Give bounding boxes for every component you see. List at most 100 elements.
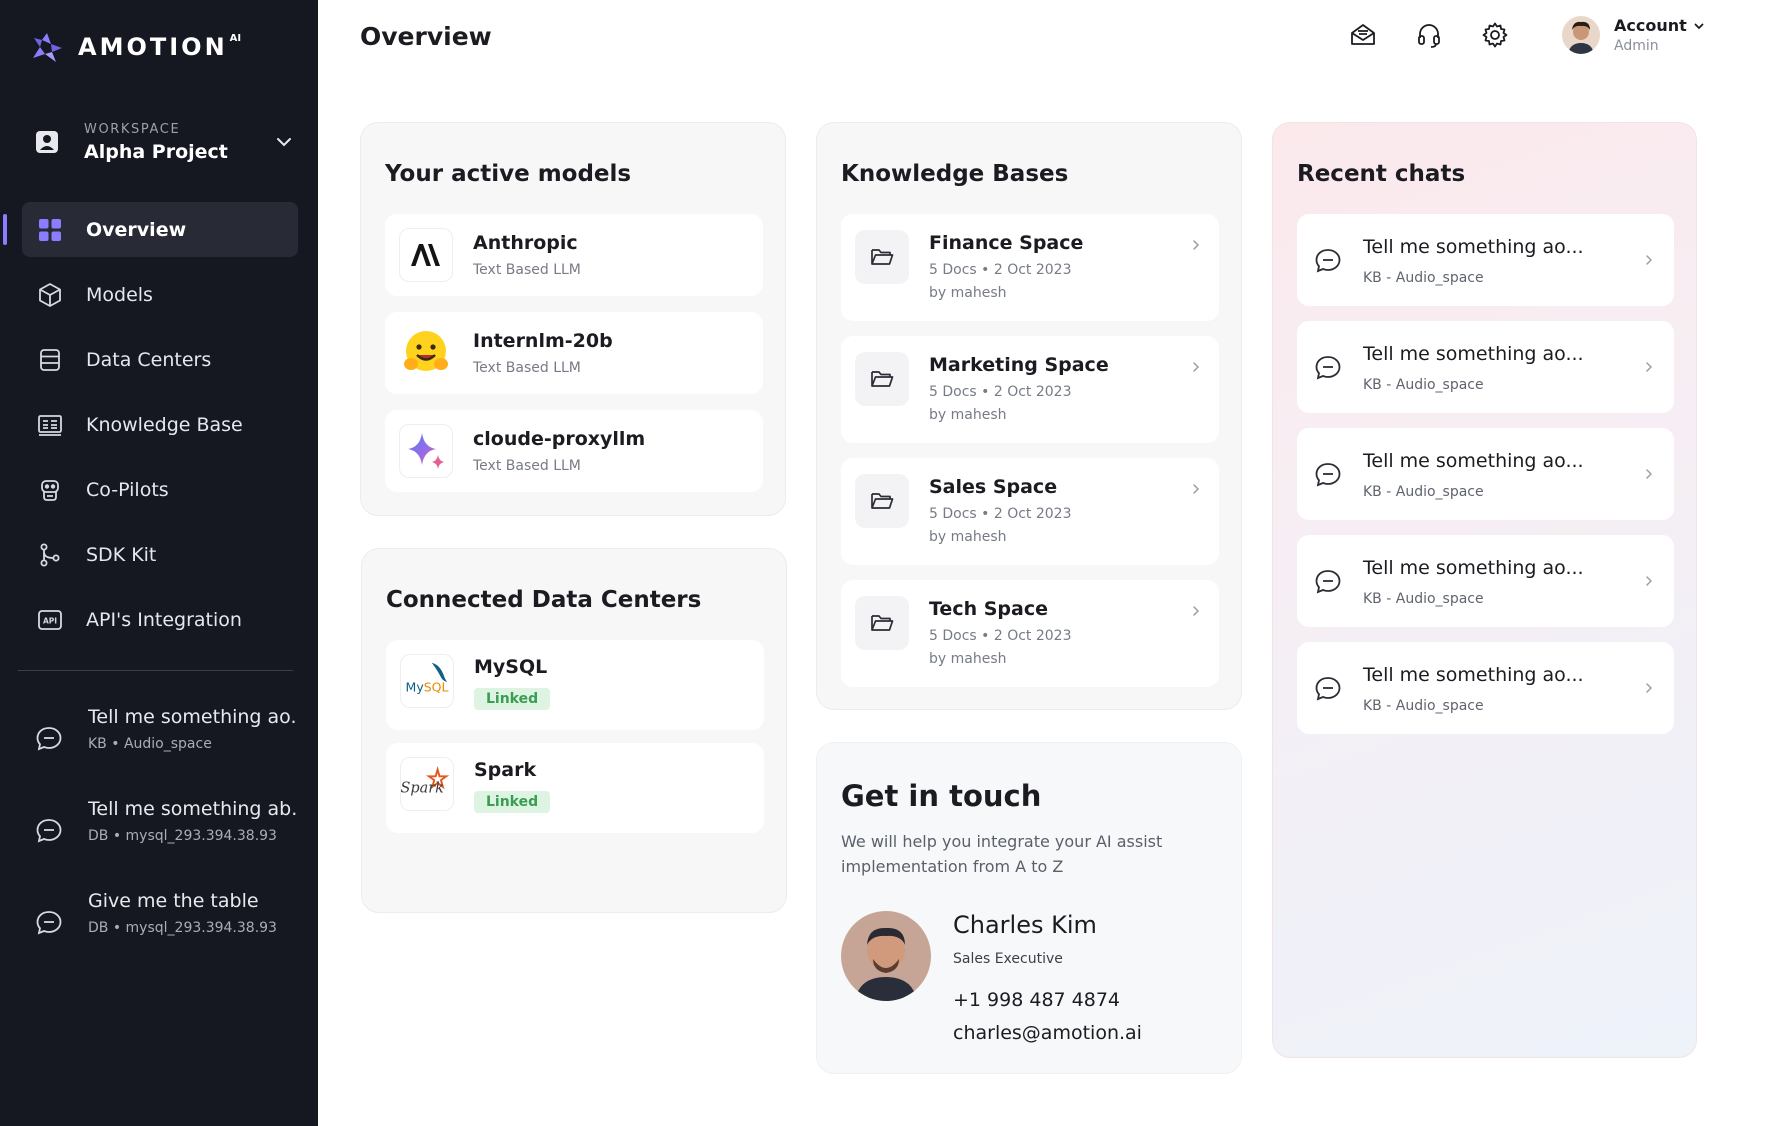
data-centers-card: Connected Data Centers MySQL MySQL Linke… [361,548,787,913]
chat-subtitle: KB - Audio_space [1363,270,1484,286]
chevron-right-icon[interactable] [1643,682,1655,694]
chevron-right-icon[interactable] [1190,239,1202,251]
recent-chat-item[interactable]: Tell me something ao... KB - Audio_space [1297,642,1674,734]
knowledge-base-author: by mahesh [929,407,1007,423]
chat-bubble-icon [1315,249,1341,273]
svg-text:API: API [43,616,57,625]
knowledge-base-meta: 5 Docs • 2 Oct 2023 [929,628,1072,644]
chat-bubble-icon [36,911,62,935]
mysql-logo-icon: MySQL [400,654,454,708]
model-item-internlm[interactable]: Internlm-20b Text Based LLM [385,312,763,394]
get-in-touch-description: We will help you integrate your AI assis… [841,832,1163,876]
get-in-touch-card: Get in touch We will help you integrate … [816,742,1242,1074]
status-badge: Linked [474,688,551,710]
account-menu[interactable]: Account Admin [1562,16,1705,54]
chevron-right-icon[interactable] [1190,605,1202,617]
folder-icon [855,230,909,284]
chevron-down-icon [1694,23,1704,29]
header-actions [1348,20,1510,50]
chevron-right-icon[interactable] [1190,361,1202,373]
spark-logo-icon: Spark [400,757,454,811]
folder-icon [855,352,909,406]
cube-icon [36,281,64,309]
get-in-touch-title: Get in touch [841,779,1042,813]
mail-open-icon[interactable] [1348,20,1378,50]
knowledge-base-author: by mahesh [929,285,1007,301]
chat-bubble-icon [36,727,62,751]
data-center-item-spark[interactable]: Spark Spark Linked [386,743,764,833]
knowledge-base-item[interactable]: Finance Space 5 Docs • 2 Oct 2023 by mah… [841,214,1219,321]
data-center-item-mysql[interactable]: MySQL MySQL Linked [386,640,764,730]
knowledge-base-author: by mahesh [929,651,1007,667]
chat-subtitle: DB • mysql_293.394.38.93 [88,828,277,844]
workspace-icon [36,131,58,153]
sidebar-chat-item[interactable]: Tell me something ao... KB • Audio_space [34,706,304,798]
api-icon: API [36,606,64,634]
sidebar-item-data-centers[interactable]: Data Centers [22,332,298,387]
chat-title: Tell me something ab... [88,798,298,820]
brand-name: AMOTION AI [78,33,242,61]
sidebar-item-co-pilots[interactable]: Co-Pilots [22,462,298,517]
model-type: Text Based LLM [473,360,581,376]
model-type: Text Based LLM [473,262,581,278]
avatar [1562,16,1600,54]
status-badge: Linked [474,791,551,813]
sidebar-item-models[interactable]: Models [22,267,298,322]
knowledge-base-item[interactable]: Marketing Space 5 Docs • 2 Oct 2023 by m… [841,336,1219,443]
contact-email[interactable]: charles@amotion.ai [953,1022,1142,1044]
chevron-right-icon[interactable] [1643,361,1655,373]
recent-chat-item[interactable]: Tell me something ao... KB - Audio_space [1297,321,1674,413]
gear-icon[interactable] [1480,20,1510,50]
chevron-down-icon[interactable] [274,132,294,152]
chat-bubble-icon [1315,570,1341,594]
knowledge-base-item[interactable]: Sales Space 5 Docs • 2 Oct 2023 by mahes… [841,458,1219,565]
chevron-right-icon[interactable] [1190,483,1202,495]
headset-icon[interactable] [1414,20,1444,50]
sidebar-recent-chats: Tell me something ao... KB • Audio_space… [34,706,304,982]
brand-logo[interactable]: AMOTION AI [30,30,241,64]
recent-chat-item[interactable]: Tell me something ao... KB - Audio_space [1297,535,1674,627]
contact-role: Sales Executive [953,951,1063,967]
contact-avatar [841,911,931,1001]
active-models-card: Your active models Anthropic Text Based … [360,122,786,516]
recent-chat-item[interactable]: Tell me something ao... KB - Audio_space [1297,428,1674,520]
chevron-right-icon[interactable] [1643,575,1655,587]
sidebar-chat-item[interactable]: Tell me something ab... DB • mysql_293.3… [34,798,304,890]
robot-icon [36,476,64,504]
amotion-logo-icon [33,33,62,62]
model-item-cloude-proxyllm[interactable]: cloude-proxyllm Text Based LLM [385,410,763,492]
chat-bubble-icon [36,819,62,843]
sidebar-item-label: API's Integration [86,608,242,631]
sidebar-item-knowledge-base[interactable]: Knowledge Base [22,397,298,452]
model-name: Internlm-20b [473,330,613,352]
svg-text:MySQL: MySQL [406,680,449,695]
chat-title: Tell me something ao... [1363,664,1584,686]
sidebar: AMOTION AI WORKSPACE Alpha Project Overvi… [0,0,318,1126]
svg-text:Spark: Spark [401,781,444,797]
chevron-right-icon[interactable] [1643,254,1655,266]
chat-title: Tell me something ao... [88,706,298,728]
git-branch-icon [36,541,64,569]
sidebar-item-api-integration[interactable]: API API's Integration [22,592,298,647]
knowledge-base-meta: 5 Docs • 2 Oct 2023 [929,506,1072,522]
sidebar-item-label: SDK Kit [86,543,157,566]
contact-phone[interactable]: +1 998 487 4874 [953,989,1120,1011]
workspace-switcher[interactable]: WORKSPACE Alpha Project [34,112,294,172]
sidebar-divider [18,670,293,671]
sidebar-item-sdk-kit[interactable]: SDK Kit [22,527,298,582]
sidebar-chat-item[interactable]: Give me the table DB • mysql_293.394.38.… [34,890,304,982]
recent-chat-item[interactable]: Tell me something ao... KB - Audio_space [1297,214,1674,306]
chevron-right-icon[interactable] [1643,468,1655,480]
knowledge-base-name: Finance Space [929,232,1084,254]
chat-subtitle: KB - Audio_space [1363,484,1484,500]
grid-icon [36,216,64,244]
model-item-anthropic[interactable]: Anthropic Text Based LLM [385,214,763,296]
folder-icon [855,596,909,650]
anthropic-logo-icon [399,228,453,282]
knowledge-base-item[interactable]: Tech Space 5 Docs • 2 Oct 2023 by mahesh [841,580,1219,687]
sidebar-item-overview[interactable]: Overview [3,202,298,257]
chat-bubble-icon [1315,463,1341,487]
knowledge-base-name: Sales Space [929,476,1058,498]
chat-subtitle: KB - Audio_space [1363,591,1484,607]
data-center-name: Spark [474,759,537,781]
